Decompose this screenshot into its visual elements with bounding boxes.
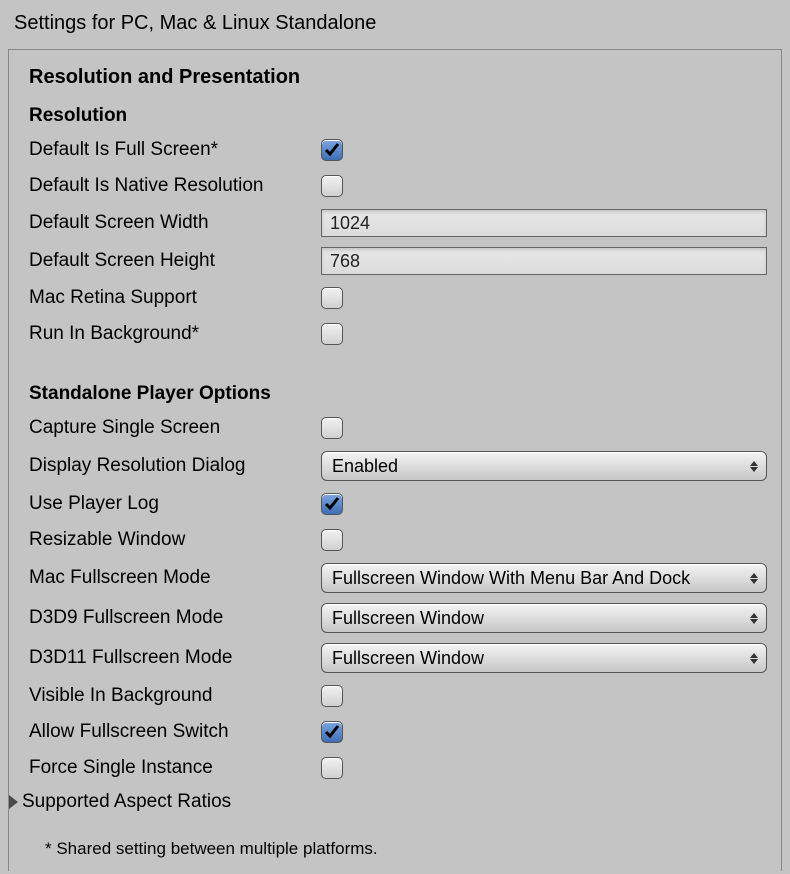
visible-background-checkbox[interactable]	[321, 685, 343, 707]
run-background-checkbox[interactable]	[321, 323, 343, 345]
d3d11-fullscreen-label: D3D11 Fullscreen Mode	[27, 647, 321, 669]
force-single-label: Force Single Instance	[27, 757, 321, 779]
display-dialog-value: Enabled	[332, 456, 398, 477]
default-height-input[interactable]	[321, 247, 767, 275]
capture-single-checkbox[interactable]	[321, 417, 343, 439]
resizable-window-checkbox[interactable]	[321, 529, 343, 551]
default-fullscreen-label: Default Is Full Screen*	[27, 139, 321, 161]
allow-fullscreen-checkbox[interactable]	[321, 721, 343, 743]
aspect-ratios-foldout[interactable]: Supported Aspect Ratios	[9, 791, 767, 813]
updown-icon	[750, 613, 758, 624]
d3d11-fullscreen-select[interactable]: Fullscreen Window	[321, 643, 767, 673]
foldout-arrow-icon	[9, 795, 18, 809]
allow-fullscreen-label: Allow Fullscreen Switch	[27, 721, 321, 743]
mac-fullscreen-label: Mac Fullscreen Mode	[27, 567, 321, 589]
mac-fullscreen-value: Fullscreen Window With Menu Bar And Dock	[332, 568, 690, 589]
player-log-label: Use Player Log	[27, 493, 321, 515]
d3d9-fullscreen-label: D3D9 Fullscreen Mode	[27, 607, 321, 629]
aspect-ratios-label: Supported Aspect Ratios	[22, 791, 231, 813]
default-width-label: Default Screen Width	[27, 212, 321, 234]
default-native-checkbox[interactable]	[321, 175, 343, 197]
updown-icon	[750, 653, 758, 664]
force-single-checkbox[interactable]	[321, 757, 343, 779]
default-fullscreen-checkbox[interactable]	[321, 139, 343, 161]
updown-icon	[750, 573, 758, 584]
default-native-label: Default Is Native Resolution	[27, 175, 321, 197]
checkmark-icon	[323, 495, 341, 513]
shared-setting-footnote: * Shared setting between multiple platfo…	[45, 839, 767, 859]
default-width-input[interactable]	[321, 209, 767, 237]
d3d9-fullscreen-value: Fullscreen Window	[332, 608, 484, 629]
player-log-checkbox[interactable]	[321, 493, 343, 515]
resizable-window-label: Resizable Window	[27, 529, 321, 551]
capture-single-label: Capture Single Screen	[27, 417, 321, 439]
mac-fullscreen-select[interactable]: Fullscreen Window With Menu Bar And Dock	[321, 563, 767, 593]
checkmark-icon	[323, 723, 341, 741]
settings-panel: Resolution and Presentation Resolution D…	[8, 49, 782, 871]
mac-retina-checkbox[interactable]	[321, 287, 343, 309]
updown-icon	[750, 461, 758, 472]
run-background-label: Run In Background*	[27, 323, 321, 345]
mac-retina-label: Mac Retina Support	[27, 287, 321, 309]
checkmark-icon	[323, 141, 341, 159]
d3d11-fullscreen-value: Fullscreen Window	[332, 648, 484, 669]
default-height-label: Default Screen Height	[27, 250, 321, 272]
resolution-header: Resolution	[29, 105, 767, 127]
section-title: Resolution and Presentation	[29, 66, 767, 89]
player-options-header: Standalone Player Options	[29, 383, 767, 405]
d3d9-fullscreen-select[interactable]: Fullscreen Window	[321, 603, 767, 633]
display-dialog-label: Display Resolution Dialog	[27, 455, 321, 477]
page-title: Settings for PC, Mac & Linux Standalone	[14, 12, 782, 35]
display-dialog-select[interactable]: Enabled	[321, 451, 767, 481]
visible-background-label: Visible In Background	[27, 685, 321, 707]
